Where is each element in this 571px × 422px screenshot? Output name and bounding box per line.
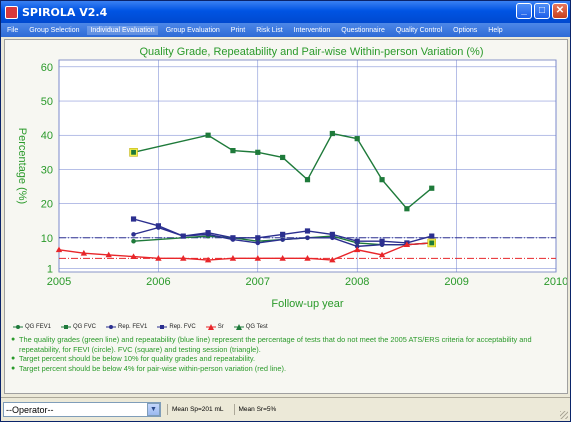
menu-group-selection[interactable]: Group Selection [29, 27, 79, 34]
data-point [230, 235, 236, 241]
y-tick-label: 50 [41, 96, 53, 108]
menu-help[interactable]: Help [488, 27, 502, 34]
legend-item: Sr [205, 324, 224, 330]
title-bar[interactable]: SPIROLA V2.4 _ □ ✕ [1, 1, 570, 23]
x-tick-label: 2009 [444, 276, 468, 288]
data-point [131, 232, 136, 237]
data-point [429, 185, 435, 191]
data-point [255, 149, 261, 155]
data-point [155, 223, 161, 229]
y-axis-label: Percentage (%) [16, 128, 28, 204]
data-point [230, 148, 236, 154]
x-tick-label: 2010 [544, 276, 567, 288]
data-point [131, 149, 136, 155]
chevron-down-icon[interactable]: ▼ [147, 403, 160, 416]
data-point [429, 233, 435, 239]
bullet-icon: ● [11, 355, 16, 363]
app-icon [5, 5, 18, 19]
window-controls: _ □ ✕ [516, 3, 568, 19]
y-tick-label: 30 [41, 164, 53, 176]
x-tick-label: 2006 [146, 276, 170, 288]
data-point [354, 136, 360, 142]
legend-item: QG Test [233, 324, 268, 330]
x-tick-label: 2007 [246, 276, 270, 288]
data-point [379, 177, 385, 183]
window-title: SPIROLA V2.4 [22, 5, 108, 19]
close-button[interactable]: ✕ [552, 3, 568, 19]
y-tick-label: 10 [41, 233, 53, 245]
legend-label: QG FEV1 [25, 324, 52, 330]
menu-questionnaire[interactable]: Questionnaire [341, 27, 385, 34]
x-tick-label: 2008 [345, 276, 369, 288]
note-item: ● Target percent should be below 10% for… [11, 354, 563, 364]
resize-grip-icon[interactable] [560, 411, 568, 419]
menu-risk-list[interactable]: Risk List [256, 27, 282, 34]
mean-sr-status: Mean Sr=5% [233, 404, 281, 415]
data-point [131, 238, 136, 244]
x-tick-label: 2005 [47, 276, 71, 288]
menu-individual-evaluation[interactable]: Individual Evaluation [87, 25, 158, 35]
note-item: ● The quality grades (green line) and re… [11, 335, 563, 354]
data-point [329, 130, 335, 137]
chart-panel: 1 10 20 30 40 50 60 2005 2006 2007 2008 2009 2010 Qua… [4, 39, 568, 394]
data-point [304, 228, 311, 234]
menu-quality-control[interactable]: Quality Control [396, 27, 442, 34]
quality-chart: 1 10 20 30 40 50 60 2005 2006 2007 2008 2009 2010 Qua… [16, 46, 567, 310]
menu-bar: File Group Selection Individual Evaluati… [1, 23, 570, 37]
y-tick-label: 40 [41, 130, 53, 142]
data-point [304, 177, 311, 183]
note-text: Target percent should be below 10% for q… [19, 354, 256, 364]
data-point [130, 216, 137, 222]
menu-file[interactable]: File [7, 27, 18, 34]
legend-item: Rep. FEV1 [106, 324, 147, 330]
y-tick-label: 60 [41, 62, 53, 74]
operator-select[interactable]: --Operator-- ▼ [3, 402, 161, 417]
legend-label: QG Test [245, 324, 268, 330]
data-point [429, 240, 435, 246]
note-text: The quality grades (green line) and repe… [19, 335, 532, 354]
chart-title: Quality Grade, Repeatability and Pair-wi… [140, 46, 484, 58]
maximize-button[interactable]: □ [534, 3, 550, 19]
status-bar: --Operator-- ▼ Mean Sp=201 mL Mean Sr=5% [1, 397, 570, 421]
legend-item: Rep. FVC [157, 324, 196, 330]
data-point [280, 231, 286, 237]
legend-item: QG FEV1 [13, 324, 51, 330]
operator-value: --Operator-- [6, 404, 54, 415]
data-point [255, 235, 261, 241]
data-point [280, 237, 285, 242]
menu-print[interactable]: Print [231, 27, 245, 34]
data-point [255, 240, 261, 246]
menu-options[interactable]: Options [453, 27, 477, 34]
menu-intervention[interactable]: Intervention [294, 27, 331, 34]
note-text: Target percent should be below 4% for pa… [19, 363, 287, 373]
legend-item: QG FVC [61, 324, 96, 330]
legend-label: QG FVC [73, 324, 97, 330]
legend-label: Sr [217, 324, 224, 330]
bullet-icon: ● [11, 336, 16, 343]
app-window: SPIROLA V2.4 _ □ ✕ File Group Selection … [0, 0, 571, 422]
minimize-button[interactable]: _ [516, 3, 532, 19]
x-axis-label: Follow-up year [271, 298, 343, 310]
data-point [180, 233, 186, 239]
data-point [379, 238, 385, 244]
legend-label: Rep. FVC [169, 324, 196, 330]
legend-label: Rep. FEV1 [118, 324, 148, 330]
y-tick-label: 20 [41, 199, 53, 211]
menu-group-evaluation[interactable]: Group Evaluation [166, 27, 220, 34]
data-point [404, 206, 410, 212]
chart-notes: ● The quality grades (green line) and re… [11, 335, 563, 373]
mean-sp-status: Mean Sp=201 mL [167, 404, 228, 415]
bullet-icon: ● [11, 364, 16, 372]
data-point [205, 132, 211, 138]
note-item: ● Target percent should be below 4% for … [11, 364, 563, 374]
chart-legend: QG FEV1 QG FVC Rep. FEV1 Rep. FVC Sr QG … [13, 324, 268, 330]
y-tick-label: 1 [47, 264, 53, 276]
data-point [354, 238, 360, 244]
data-point [205, 230, 211, 236]
data-point [280, 154, 286, 161]
data-point [305, 235, 310, 241]
data-point [329, 231, 335, 237]
